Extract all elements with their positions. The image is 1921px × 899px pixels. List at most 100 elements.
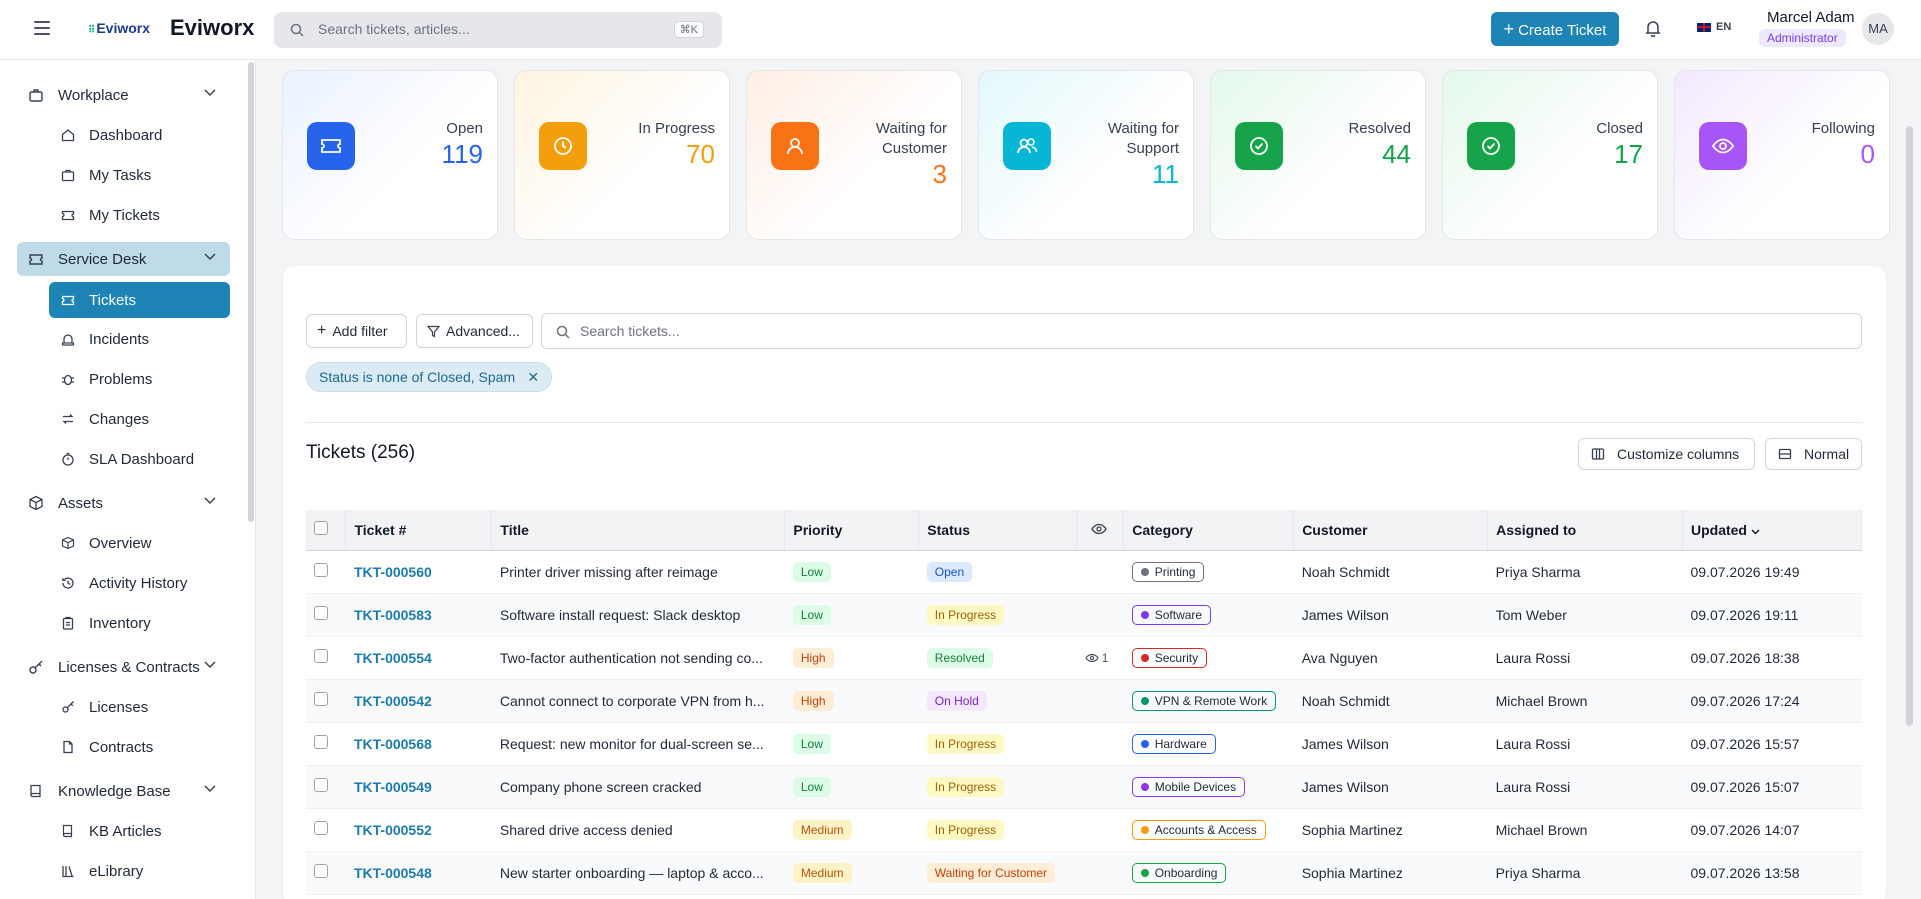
avatar[interactable]: MA <box>1862 13 1894 45</box>
global-search-input[interactable]: Search tickets, articles... ⌘K <box>274 12 722 48</box>
priority-badge: Low <box>792 561 831 582</box>
sidebar-item-elibrary[interactable]: eLibrary <box>49 853 230 889</box>
ticket-title-cell[interactable]: Software install request: Slack desktop <box>492 593 785 636</box>
sidebar-item-changes[interactable]: Changes <box>49 401 230 437</box>
ticket-title-cell[interactable]: Cannot connect to corporate VPN from h..… <box>492 679 785 722</box>
ticket-id-link[interactable]: TKT-000583 <box>354 607 432 623</box>
column-header-title[interactable]: Title <box>491 510 786 551</box>
sidebar-group-knowledge-base[interactable]: Knowledge Base <box>17 774 230 808</box>
language-switcher[interactable]: EN <box>1697 21 1731 33</box>
sidebar-group-workplace[interactable]: Workplace <box>17 78 230 112</box>
sidebar-item-kb-articles[interactable]: KB Articles <box>49 813 230 849</box>
create-ticket-button[interactable]: + Create Ticket <box>1491 12 1619 46</box>
table-row[interactable]: TKT-000560 Printer driver missing after r… <box>306 550 1862 593</box>
ticket-search-input[interactable]: Search tickets... <box>541 313 1862 349</box>
stat-card-closed[interactable]: Closed 17 <box>1442 70 1658 240</box>
sidebar-item-inventory[interactable]: Inventory <box>49 605 230 641</box>
density-button[interactable]: Normal <box>1765 438 1862 470</box>
stat-card-in-progress[interactable]: In Progress 70 <box>514 70 730 240</box>
sidebar-item-my-tasks[interactable]: My Tasks <box>49 157 230 193</box>
ticket-id-cell: TKT-000552 <box>346 808 492 851</box>
table-row[interactable]: TKT-000552 Shared drive access denied Medi… <box>306 808 1862 851</box>
column-header-category[interactable]: Category <box>1123 510 1295 551</box>
table-row[interactable]: TKT-000542 Cannot connect to corporate VP… <box>306 679 1862 722</box>
row-checkbox[interactable] <box>314 649 328 663</box>
row-checkbox[interactable] <box>314 563 328 577</box>
ticket-id-link[interactable]: TKT-000552 <box>354 822 432 838</box>
active-filter-chip[interactable]: Status is none of Closed, Spam ✕ <box>306 362 553 392</box>
select-all-checkbox[interactable] <box>314 521 328 536</box>
sidebar-item-dashboard[interactable]: Dashboard <box>49 117 230 153</box>
row-checkbox[interactable] <box>314 735 328 749</box>
ticket-title-cell[interactable]: New starter onboarding — laptop & acco..… <box>492 851 785 894</box>
customize-columns-button[interactable]: Customize columns <box>1578 438 1755 470</box>
column-header-updated[interactable]: Updated <box>1682 510 1863 551</box>
ticket-id-link[interactable]: TKT-000568 <box>354 736 432 752</box>
following-cell <box>1077 722 1124 765</box>
column-header-updated-label: Updated <box>1690 521 1747 538</box>
row-select-cell <box>306 593 346 636</box>
library-icon <box>61 864 75 878</box>
column-header-status[interactable]: Status <box>918 510 1078 551</box>
sidebar-group-licenses-contracts[interactable]: Licenses & Contracts <box>17 650 230 684</box>
sidebar-group-assets[interactable]: Assets <box>17 486 230 520</box>
users-icon <box>1003 122 1051 170</box>
table-row[interactable]: TKT-000549 Company phone screen cracked Lo… <box>306 765 1862 808</box>
stat-card-following[interactable]: Following 0 <box>1674 70 1890 240</box>
stat-card-waiting-customer[interactable]: Waiting for Customer 3 <box>746 70 962 240</box>
ticket-id-link[interactable]: TKT-000549 <box>354 779 432 795</box>
row-checkbox[interactable] <box>314 692 328 706</box>
menu-icon[interactable] <box>34 21 50 35</box>
column-header-ticket[interactable]: Ticket # <box>345 510 493 551</box>
advanced-filter-button[interactable]: Advanced... <box>416 314 533 348</box>
ticket-title-cell[interactable]: Shared drive access denied <box>492 808 785 851</box>
sidebar-item-licenses[interactable]: Licenses <box>49 689 230 725</box>
stat-card-resolved[interactable]: Resolved 44 <box>1210 70 1426 240</box>
table-row[interactable]: TKT-000554 Two-factor authentication not … <box>306 636 1862 679</box>
add-filter-button[interactable]: + Add filter <box>306 314 407 348</box>
user-name[interactable]: Marcel Adam <box>1767 9 1855 26</box>
column-header-customer[interactable]: Customer <box>1293 510 1489 551</box>
category-badge: Onboarding <box>1131 862 1227 883</box>
ticket-title-cell[interactable]: Printer driver missing after reimage <box>492 550 785 593</box>
sidebar-item-sla-dashboard[interactable]: SLA Dashboard <box>49 441 230 477</box>
table-header-row: Ticket # Title Priority Status Category … <box>306 510 1863 551</box>
row-checkbox[interactable] <box>314 821 328 835</box>
bell-icon[interactable] <box>1645 20 1661 37</box>
sidebar-item-activity-history[interactable]: Activity History <box>49 565 230 601</box>
column-header-priority[interactable]: Priority <box>784 510 920 551</box>
stat-card-open[interactable]: Open 119 <box>282 70 498 240</box>
sidebar-item-incidents[interactable]: Incidents <box>49 321 230 357</box>
sidebar-item-overview[interactable]: Overview <box>49 525 230 561</box>
stat-label: In Progress <box>638 120 715 137</box>
ticket-id-link[interactable]: TKT-000548 <box>354 865 432 881</box>
stat-card-waiting-support[interactable]: Waiting for Support 11 <box>978 70 1194 240</box>
ticket-id-link[interactable]: TKT-000560 <box>354 564 432 580</box>
table-row[interactable]: TKT-000583 Software install request: Slac… <box>306 593 1862 636</box>
ticket-title-cell[interactable]: Company phone screen cracked <box>492 765 785 808</box>
updated-cell: 09.07.2026 17:24 <box>1690 692 1800 709</box>
sidebar-scrollbar[interactable] <box>248 62 254 522</box>
close-icon[interactable]: ✕ <box>527 363 539 391</box>
ticket-title-cell[interactable]: Two-factor authentication not sending co… <box>492 636 785 679</box>
ticket-title-cell[interactable]: Request: new monitor for dual-screen se.… <box>492 722 785 765</box>
ticket-id-cell: TKT-000542 <box>346 679 492 722</box>
page-scrollbar[interactable] <box>1906 126 1913 726</box>
sidebar-item-contracts[interactable]: Contracts <box>49 729 230 765</box>
sidebar-item-tickets[interactable]: Tickets <box>49 282 230 318</box>
select-all-cell <box>306 510 347 551</box>
row-checkbox[interactable] <box>314 864 328 878</box>
row-checkbox[interactable] <box>314 606 328 620</box>
table-row[interactable]: TKT-000568 Request: new monitor for dual-… <box>306 722 1862 765</box>
column-header-assigned[interactable]: Assigned to <box>1487 510 1683 551</box>
stat-value: 3 <box>932 159 947 189</box>
category-dot <box>1140 739 1149 748</box>
ticket-id-link[interactable]: TKT-000554 <box>354 650 432 666</box>
table-row[interactable]: TKT-000548 New starter onboarding — lapto… <box>306 851 1862 894</box>
column-header-following[interactable] <box>1076 510 1125 551</box>
sidebar-group-service-desk[interactable]: Service Desk <box>17 242 230 276</box>
sidebar-item-problems[interactable]: Problems <box>49 361 230 397</box>
sidebar-item-my-tickets[interactable]: My Tickets <box>49 197 230 233</box>
row-checkbox[interactable] <box>314 778 328 792</box>
ticket-id-link[interactable]: TKT-000542 <box>354 693 432 709</box>
